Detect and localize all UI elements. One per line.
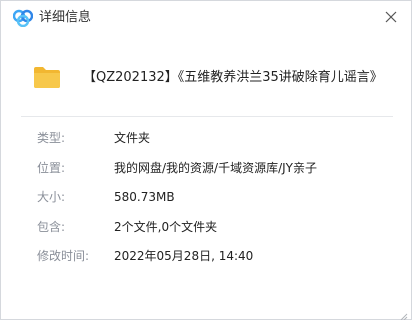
close-button[interactable] — [379, 5, 403, 29]
property-label: 包含: — [37, 219, 66, 234]
baidu-netdisk-logo-icon — [12, 9, 34, 28]
location-path[interactable]: 我的网盘/我的资源/千域资源库/JY亲子 — [114, 159, 317, 177]
details-dialog: 详细信息 【QZ202132】《五维教养洪兰35讲破除育儿谣言》 类型: 文件夹… — [0, 0, 412, 320]
property-value: 文件夹 — [114, 131, 151, 145]
divider — [21, 116, 393, 117]
close-icon — [385, 11, 397, 23]
property-row-location: 位置: 我的网盘/我的资源/千域资源库/JY亲子 — [37, 157, 397, 179]
property-value: 2个文件,0个文件夹 — [114, 219, 218, 234]
property-label: 位置: — [37, 160, 66, 175]
properties-list: 类型: 文件夹 位置: 我的网盘/我的资源/千域资源库/JY亲子 大小: 580… — [37, 127, 397, 275]
window-title: 详细信息 — [39, 10, 92, 25]
property-row-contains: 包含: 2个文件,0个文件夹 — [37, 216, 397, 238]
file-name: 【QZ202132】《五维教养洪兰35讲破除育儿谣言》 — [83, 70, 383, 85]
property-label: 大小: — [37, 190, 66, 205]
title-bar[interactable]: 详细信息 — [1, 1, 411, 35]
file-header: 【QZ202132】《五维教养洪兰35讲破除育儿谣言》 — [21, 49, 393, 109]
property-row-modified: 修改时间: 2022年05月28日, 14:40 — [37, 245, 397, 267]
property-label: 类型: — [37, 131, 66, 145]
resize-grip-icon[interactable] — [398, 306, 408, 320]
property-label: 修改时间: — [37, 249, 90, 264]
property-value: 2022年05月28日, 14:40 — [114, 249, 254, 264]
property-row-size: 大小: 580.73MB — [37, 186, 397, 208]
folder-icon — [33, 65, 61, 89]
property-value: 580.73MB — [114, 190, 175, 205]
property-row-type: 类型: 文件夹 — [37, 127, 397, 149]
